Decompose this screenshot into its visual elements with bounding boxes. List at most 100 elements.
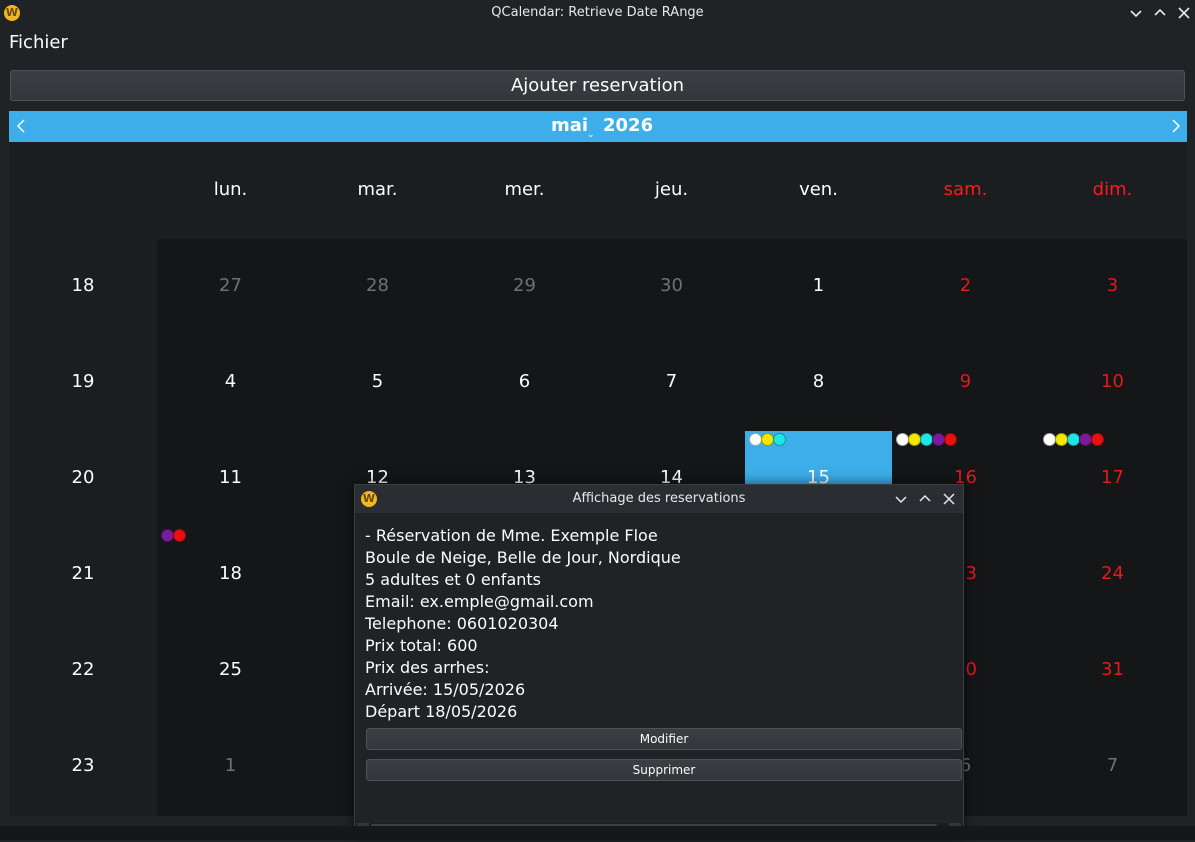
calendar-day-cell[interactable]: 11 — [157, 431, 304, 527]
day-number: 8 — [812, 371, 825, 392]
reservation-details: - Réservation de Mme. Exemple Floe Boule… — [365, 525, 681, 723]
reservation-markers — [161, 529, 186, 542]
dialog-title-bar: W Affichage des reservations — [355, 485, 963, 513]
chevron-down-icon — [895, 496, 907, 504]
calendar-day-cell[interactable]: 27 — [157, 239, 304, 335]
calendar-day-cell[interactable]: 2 — [892, 239, 1039, 335]
previous-month-button[interactable] — [13, 117, 31, 135]
day-number: 24 — [1101, 563, 1124, 584]
chevron-up-icon — [919, 494, 931, 502]
reservation-markers — [1043, 433, 1104, 446]
close-icon — [1178, 7, 1190, 19]
minimize-button[interactable] — [1126, 3, 1146, 23]
menu-fichier[interactable]: Fichier — [9, 32, 68, 53]
calendar-day-cell[interactable]: 7 — [598, 335, 745, 431]
day-number: 1 — [224, 755, 237, 776]
reservation-rooms: Boule de Neige, Belle de Jour, Nordique — [365, 548, 681, 567]
menu-bar: Fichier — [0, 27, 1195, 59]
weekday-header: mar. — [357, 179, 398, 200]
day-number: 27 — [219, 275, 242, 296]
calendar-day-cell[interactable]: 5 — [304, 335, 451, 431]
reservation-dot — [944, 433, 957, 446]
week-number: 22 — [71, 659, 95, 680]
calendar-day-cell[interactable]: 1 — [745, 239, 892, 335]
calendar-day-cell[interactable]: 29 — [451, 239, 598, 335]
day-number: 29 — [513, 275, 536, 296]
day-number: 9 — [959, 371, 972, 392]
chevron-right-icon — [1172, 119, 1181, 133]
dialog-minimize-button[interactable] — [892, 490, 910, 508]
calendar-day-cell[interactable]: 18 — [157, 527, 304, 623]
weekday-header: sam. — [943, 179, 988, 200]
calendar-day-cell[interactable]: 4 — [157, 335, 304, 431]
week-number: 23 — [71, 755, 95, 776]
calendar-day-cell[interactable]: 28 — [304, 239, 451, 335]
weekday-header: ven. — [799, 179, 838, 200]
reservation-deposit: Prix des arrhes: — [365, 658, 490, 677]
day-number: 30 — [660, 275, 683, 296]
window-title: QCalendar: Retrieve Date RAnge — [491, 5, 704, 20]
weekday-header: mer. — [504, 179, 545, 200]
day-number: 5 — [371, 371, 384, 392]
calendar-day-cell[interactable]: 9 — [892, 335, 1039, 431]
chevron-left-icon — [16, 119, 25, 133]
day-number: 7 — [665, 371, 678, 392]
day-number: 1 — [812, 275, 825, 296]
month-dropdown-icon: ⌄ — [587, 130, 595, 140]
next-month-button[interactable] — [1166, 117, 1184, 135]
weekday-header: dim. — [1092, 179, 1133, 200]
day-number: 2 — [959, 275, 972, 296]
modify-button[interactable]: Modifier — [366, 728, 962, 750]
chevron-up-icon — [1154, 8, 1166, 16]
day-number: 7 — [1106, 755, 1119, 776]
window-title-bar: W QCalendar: Retrieve Date RAnge — [0, 0, 1195, 26]
calendar-day-cell[interactable]: 8 — [745, 335, 892, 431]
calendar-day-cell[interactable]: 1 — [157, 719, 304, 815]
close-icon — [943, 493, 955, 505]
day-number: 17 — [1101, 467, 1124, 488]
reservation-arrival: Arrivée: 15/05/2026 — [365, 680, 526, 699]
reservation-dialog: W Affichage des reservations - Réservati… — [354, 484, 964, 838]
calendar-day-cell[interactable]: 6 — [451, 335, 598, 431]
delete-button[interactable]: Supprimer — [366, 759, 962, 781]
calendar-day-cell[interactable]: 17 — [1039, 431, 1186, 527]
reservation-guests: 5 adultes et 0 enfants — [365, 570, 541, 589]
reservation-markers — [749, 433, 786, 446]
reservation-holder: - Réservation de Mme. Exemple Floe — [365, 526, 658, 545]
day-number: 3 — [1106, 275, 1119, 296]
calendar-day-cell[interactable]: 3 — [1039, 239, 1186, 335]
dialog-maximize-button[interactable] — [916, 490, 934, 508]
day-number: 10 — [1101, 371, 1124, 392]
day-number: 31 — [1101, 659, 1124, 680]
reservation-dot — [1091, 433, 1104, 446]
calendar-day-cell[interactable]: 25 — [157, 623, 304, 719]
reservation-email: Email: ex.emple@gmail.com — [365, 592, 594, 611]
chevron-down-icon — [1130, 10, 1142, 18]
dialog-close-button[interactable] — [940, 490, 958, 508]
weekday-header: lun. — [213, 179, 248, 200]
add-reservation-button[interactable]: Ajouter reservation — [10, 70, 1185, 101]
calendar-day-cell[interactable]: 10 — [1039, 335, 1186, 431]
month-selector[interactable]: mai — [551, 115, 588, 136]
calendar-day-cell[interactable]: 7 — [1039, 719, 1186, 815]
calendar-navigation-bar: mai ⌄ 2026 — [9, 111, 1187, 142]
close-button[interactable] — [1174, 3, 1194, 23]
reservation-phone: Telephone: 0601020304 — [365, 614, 559, 633]
year-selector[interactable]: 2026 — [603, 115, 653, 136]
reservation-dot — [173, 529, 186, 542]
reservation-departure: Départ 18/05/2026 — [365, 702, 518, 721]
reservation-dot — [773, 433, 786, 446]
dialog-title: Affichage des reservations — [572, 491, 746, 506]
week-number: 18 — [71, 275, 95, 296]
day-number: 11 — [219, 467, 242, 488]
day-number: 28 — [366, 275, 389, 296]
maximize-button[interactable] — [1150, 3, 1170, 23]
day-number: 6 — [518, 371, 531, 392]
week-number: 20 — [71, 467, 95, 488]
reservation-total-price: Prix total: 600 — [365, 636, 478, 655]
day-number: 25 — [219, 659, 242, 680]
calendar-day-cell[interactable]: 30 — [598, 239, 745, 335]
calendar-day-cell[interactable]: 31 — [1039, 623, 1186, 719]
day-number: 18 — [219, 563, 242, 584]
calendar-day-cell[interactable]: 24 — [1039, 527, 1186, 623]
